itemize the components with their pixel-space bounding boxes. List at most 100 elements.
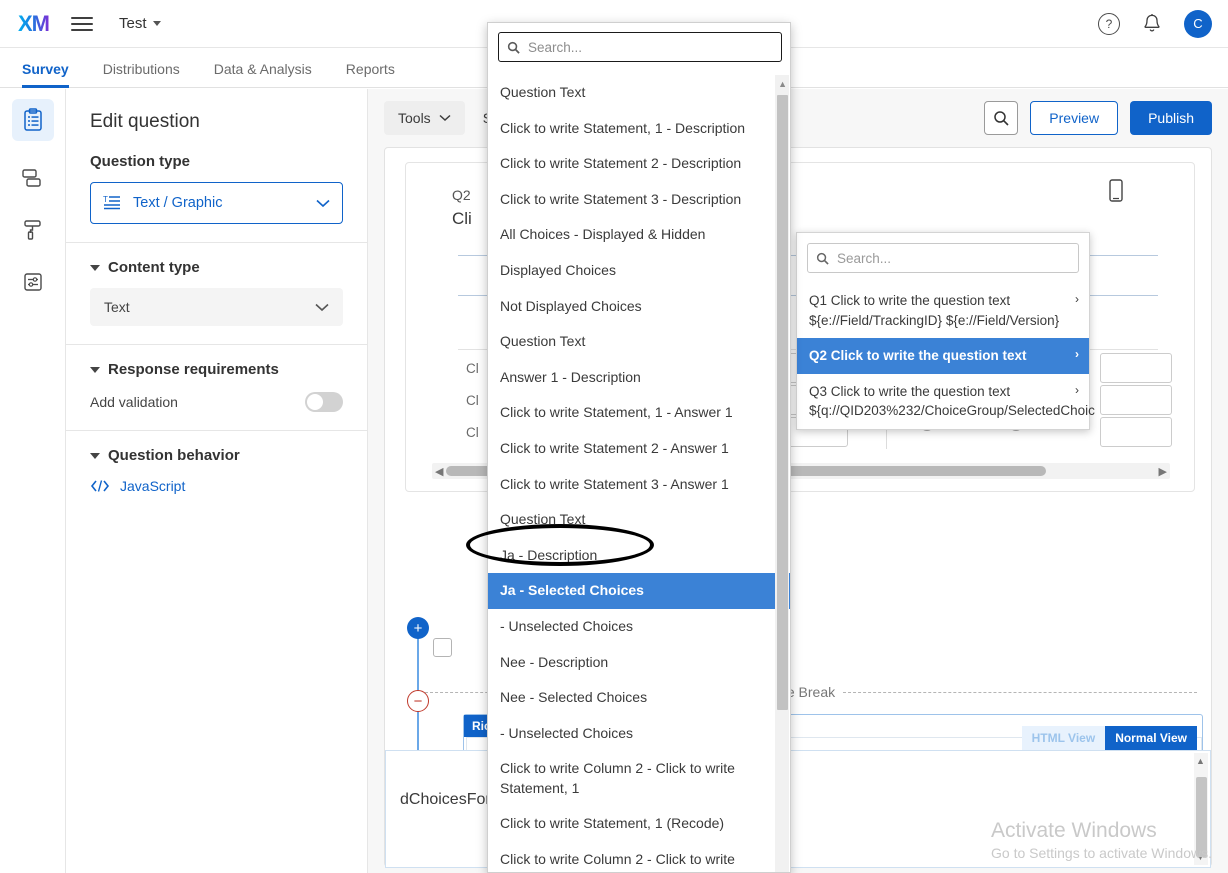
search-icon bbox=[507, 41, 520, 54]
rail-item-survey-flow[interactable] bbox=[12, 157, 54, 199]
tab-data-and-analysis[interactable]: Data & Analysis bbox=[214, 61, 312, 87]
notification-bell-icon[interactable] bbox=[1142, 13, 1162, 35]
field-menu-item[interactable]: Click to write Column 2 - Click to write… bbox=[488, 842, 790, 872]
canvas-toolbar-right: Preview Publish bbox=[984, 101, 1212, 135]
content-type-value: Text bbox=[104, 299, 130, 315]
preview-button[interactable]: Preview bbox=[1030, 101, 1119, 135]
hamburger-menu-icon[interactable] bbox=[71, 16, 93, 31]
publish-button[interactable]: Publish bbox=[1130, 101, 1212, 135]
field-menu-item[interactable]: - Unselected Choices bbox=[488, 609, 790, 645]
field-menu-item[interactable]: Click to write Statement 3 - Answer 1 bbox=[488, 467, 790, 503]
chevron-down-icon bbox=[316, 199, 330, 207]
survey-options-icon bbox=[23, 273, 42, 291]
field-menu-item[interactable]: Displayed Choices bbox=[488, 253, 790, 289]
field-menu-item[interactable]: Nee - Description bbox=[488, 645, 790, 681]
remove-question-button[interactable]: − bbox=[407, 690, 429, 712]
field-menu-item[interactable]: Question Text bbox=[488, 75, 790, 111]
piped-text-menu-item-label: Q3 Click to write the question text ${q:… bbox=[809, 383, 1095, 419]
section-question-behavior[interactable]: Question behavior bbox=[66, 431, 367, 464]
search-icon bbox=[816, 252, 829, 265]
tools-button[interactable]: Tools bbox=[384, 101, 465, 135]
mobile-preview-icon[interactable] bbox=[1108, 179, 1124, 203]
piped-text-menu-item-label: Q1 Click to write the question text ${e:… bbox=[809, 293, 1060, 328]
section-content-type[interactable]: Content type bbox=[66, 243, 367, 276]
section-response-requirements[interactable]: Response requirements bbox=[66, 345, 367, 378]
field-menu-item[interactable]: Click to write Statement 3 - Description bbox=[488, 182, 790, 218]
rail-item-survey-options[interactable] bbox=[12, 261, 54, 303]
help-circle-icon[interactable]: ? bbox=[1098, 12, 1120, 35]
field-menu-item[interactable]: Question Text bbox=[488, 502, 790, 538]
field-menu-item[interactable]: Click to write Statement 2 - Description bbox=[488, 146, 790, 182]
chevron-right-icon: › bbox=[1075, 382, 1079, 397]
javascript-link[interactable]: JavaScript bbox=[66, 464, 367, 494]
add-validation-toggle[interactable] bbox=[305, 392, 343, 412]
page-break-line bbox=[843, 691, 1197, 693]
field-menu-item[interactable]: Question Text bbox=[488, 324, 790, 360]
scroll-right-arrow[interactable]: ▶ bbox=[1159, 465, 1167, 478]
field-menu-item[interactable]: - Unselected Choices bbox=[488, 716, 790, 752]
field-menu-item[interactable]: All Choices - Displayed & Hidden bbox=[488, 217, 790, 253]
scroll-up-arrow[interactable]: ▲ bbox=[1196, 756, 1205, 766]
avatar[interactable]: C bbox=[1184, 9, 1212, 38]
search-icon bbox=[994, 110, 1009, 126]
chevron-down-icon bbox=[152, 21, 161, 26]
content-type-select[interactable]: Text bbox=[90, 288, 343, 326]
field-menu-item[interactable]: Ja - Description bbox=[488, 538, 790, 574]
page-title: Edit question bbox=[90, 111, 200, 132]
question-type-value: Text / Graphic bbox=[133, 195, 223, 211]
matrix-text-input[interactable] bbox=[1100, 417, 1172, 447]
field-menu-search-placeholder: Search... bbox=[528, 39, 583, 55]
field-menu-item[interactable]: Click to write Statement, 1 (Recode) bbox=[488, 806, 790, 842]
html-view-tab[interactable]: HTML View bbox=[1021, 726, 1106, 750]
statement-label: Cl bbox=[466, 393, 479, 408]
code-brackets-icon bbox=[90, 480, 110, 492]
look-and-feel-roller-icon bbox=[23, 220, 41, 240]
normal-view-tab[interactable]: Normal View bbox=[1105, 726, 1197, 750]
piped-text-menu-item[interactable]: Q1 Click to write the question text ${e:… bbox=[797, 283, 1089, 338]
scroll-up-arrow[interactable]: ▲ bbox=[778, 79, 787, 89]
question-text[interactable]: Cli bbox=[452, 209, 472, 229]
piped-text-menu-item-selected[interactable]: Q2 Click to write the question text › bbox=[797, 338, 1089, 374]
section-content-type-label: Content type bbox=[108, 259, 200, 276]
add-validation-row: Add validation bbox=[66, 378, 367, 412]
field-menu-item[interactable]: Click to write Statement, 1 - Descriptio… bbox=[488, 111, 790, 147]
field-menu-item-selected[interactable]: Ja - Selected Choices bbox=[488, 573, 790, 609]
field-menu-item[interactable]: Answer 1 - Description bbox=[488, 360, 790, 396]
question-select-checkbox[interactable] bbox=[433, 638, 452, 657]
field-menu-item[interactable]: Click to write Statement 2 - Answer 1 bbox=[488, 431, 790, 467]
matrix-text-input[interactable] bbox=[1100, 353, 1172, 383]
tools-label: Tools bbox=[398, 110, 431, 126]
piped-text-search-field[interactable]: Search... bbox=[807, 243, 1079, 273]
chevron-right-icon: › bbox=[1075, 347, 1079, 362]
piped-text-menu-item-label: Q2 Click to write the question text bbox=[809, 348, 1027, 364]
left-icon-rail bbox=[0, 89, 66, 873]
svg-text:T: T bbox=[103, 195, 108, 204]
field-menu-search-field[interactable]: Search... bbox=[498, 32, 782, 62]
rail-item-look-and-feel[interactable] bbox=[12, 209, 54, 251]
view-mode-toggle: HTML View Normal View bbox=[1021, 726, 1197, 750]
matrix-text-input[interactable] bbox=[1100, 385, 1172, 415]
project-name-dropdown[interactable]: Test bbox=[119, 15, 161, 32]
app-root: XM Test ? C Survey Distributions Data & … bbox=[0, 0, 1228, 873]
page-break-label: e Break bbox=[786, 684, 836, 700]
rail-item-survey-builder[interactable] bbox=[11, 99, 54, 141]
triangle-down-icon bbox=[90, 264, 100, 271]
field-menu-item[interactable]: Not Displayed Choices bbox=[488, 289, 790, 325]
tab-distributions[interactable]: Distributions bbox=[103, 61, 180, 87]
editor-scroll-thumb[interactable] bbox=[1196, 777, 1207, 857]
top-bar-actions: ? C bbox=[1098, 9, 1212, 38]
add-question-above-button[interactable]: + bbox=[407, 617, 429, 639]
tab-survey[interactable]: Survey bbox=[22, 61, 69, 88]
tab-reports[interactable]: Reports bbox=[346, 61, 395, 87]
scroll-left-arrow[interactable]: ◀ bbox=[435, 465, 443, 478]
field-menu-scroll-thumb[interactable] bbox=[777, 95, 788, 710]
chevron-right-icon: › bbox=[1075, 292, 1079, 306]
field-menu-item[interactable]: Click to write Column 2 - Click to write… bbox=[488, 751, 790, 806]
piped-text-menu-item[interactable]: Q3 Click to write the question text ${q:… bbox=[797, 374, 1095, 429]
field-menu-item[interactable]: Click to write Statement, 1 - Answer 1 bbox=[488, 395, 790, 431]
clipboard-builder-icon bbox=[23, 108, 42, 131]
xm-logo[interactable]: XM bbox=[18, 11, 50, 37]
question-type-select[interactable]: T Text / Graphic bbox=[90, 182, 343, 224]
field-menu-item[interactable]: Nee - Selected Choices bbox=[488, 680, 790, 716]
search-button[interactable] bbox=[984, 101, 1019, 135]
